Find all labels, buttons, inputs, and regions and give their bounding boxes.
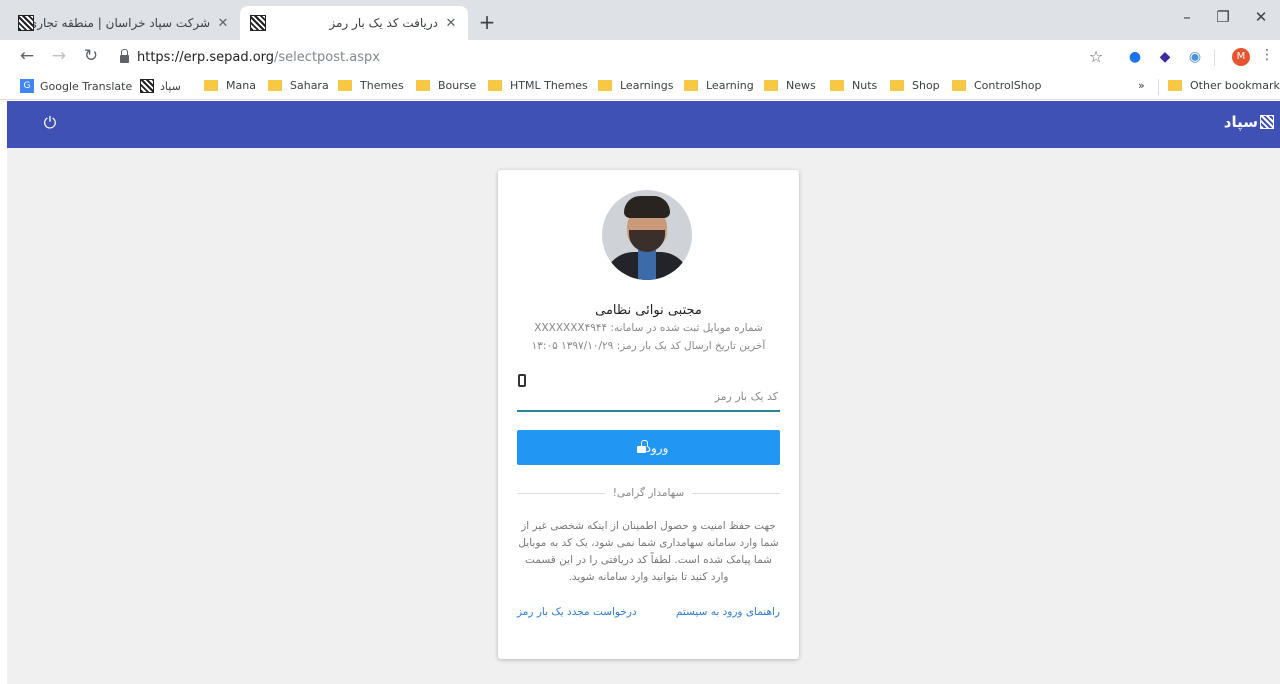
extension-globe-icon[interactable]: ◉ — [1186, 48, 1204, 66]
reload-icon[interactable]: ↻ — [80, 46, 102, 66]
browser-tab-otp[interactable]: دریافت کد یک بار رمز ✕ — [240, 6, 468, 40]
folder-icon — [684, 80, 698, 91]
brand-name: سپاد — [1223, 113, 1258, 131]
lock-icon — [120, 49, 129, 63]
close-window-icon[interactable]: ✕ — [1246, 8, 1276, 26]
tab-close-icon[interactable]: ✕ — [444, 16, 458, 31]
bookmark-google-translate[interactable]: G Google Translate — [20, 79, 132, 93]
otp-input[interactable] — [517, 384, 780, 408]
tab-title: دریافت کد یک بار رمز — [329, 16, 438, 30]
browser-tab-sepad-home[interactable]: شرکت سپاد خراسان | منطقه تجاری ✕ — [8, 6, 240, 40]
user-name: مجتبی نوائی نظامی — [595, 303, 702, 318]
sepad-logo-icon — [1260, 115, 1274, 129]
resend-otp-link[interactable]: درخواست مجدد یک بار رمز — [517, 606, 637, 618]
bookmark-themes[interactable]: Themes — [338, 79, 404, 92]
bookmark-html-themes[interactable]: HTML Themes — [488, 79, 588, 92]
address-bar[interactable]: https://erp.sepad.org/selectpost.aspx — [112, 44, 1072, 70]
folder-icon — [890, 80, 904, 91]
bookmark-learning[interactable]: Learning — [684, 79, 754, 92]
bookmark-other[interactable]: Other bookmarks — [1168, 79, 1280, 92]
otp-field — [517, 374, 780, 412]
bookmarks-overflow-icon[interactable]: » — [1138, 79, 1145, 92]
google-translate-icon: G — [20, 79, 34, 93]
registered-mobile: شماره موبایل ثبت شده در سامانه: XXXXXXX۴… — [534, 322, 763, 334]
tab-close-icon[interactable]: ✕ — [216, 16, 230, 31]
otp-card: مجتبی نوائی نظامی شماره موبایل ثبت شده د… — [498, 170, 799, 659]
bookmarks-bar: G Google Translate سپاد Mana Sahara Theme… — [0, 74, 1280, 100]
extension-user-icon[interactable]: ● — [1126, 48, 1144, 66]
divider-title: سهامدار گرامی! — [612, 487, 685, 499]
bookmark-star-icon[interactable]: ☆ — [1087, 48, 1105, 66]
section-divider: سهامدار گرامی! — [517, 486, 780, 500]
bookmark-learnings[interactable]: Learnings — [598, 79, 674, 92]
back-icon[interactable]: ← — [16, 46, 38, 66]
folder-icon — [268, 80, 282, 91]
bookmark-sepad[interactable]: سپاد — [140, 79, 181, 93]
unlock-icon — [636, 440, 648, 453]
new-tab-icon[interactable]: + — [474, 10, 500, 34]
browser-tab-strip: شرکت سپاد خراسان | منطقه تجاری ✕ دریافت … — [0, 0, 1280, 40]
menu-kebab-icon[interactable]: ⋮ — [1260, 47, 1274, 63]
bookmarks-separator — [1158, 79, 1159, 95]
extension-diamond-icon[interactable]: ◆ — [1156, 48, 1174, 66]
bookmark-sahara[interactable]: Sahara — [268, 79, 329, 92]
power-logout-icon[interactable]: ⏻ — [40, 113, 60, 133]
bookmark-news[interactable]: News — [764, 79, 816, 92]
toolbar-separator — [1214, 50, 1215, 66]
tab-title: شرکت سپاد خراسان | منطقه تجاری — [34, 16, 210, 30]
restore-icon[interactable]: ❐ — [1208, 8, 1238, 26]
folder-icon — [1168, 80, 1182, 91]
sepad-icon — [140, 79, 154, 93]
bookmark-mana[interactable]: Mana — [204, 79, 256, 92]
profile-avatar[interactable]: M — [1232, 48, 1250, 66]
login-button[interactable]: ورود — [517, 430, 780, 465]
folder-icon — [952, 80, 966, 91]
sepad-favicon-icon — [18, 15, 34, 31]
folder-icon — [764, 80, 778, 91]
folder-icon — [488, 80, 502, 91]
bookmark-bourse[interactable]: Bourse — [416, 79, 476, 92]
folder-icon — [204, 80, 218, 91]
security-info-text: جهت حفظ امنیت و حصول اطمینان از اینکه شخ… — [518, 520, 779, 583]
login-button-label: ورود — [645, 440, 669, 455]
sepad-favicon-icon — [250, 15, 266, 31]
bookmark-nuts[interactable]: Nuts — [830, 79, 877, 92]
url-text: https://erp.sepad.org/selectpost.aspx — [137, 49, 380, 65]
folder-icon — [338, 80, 352, 91]
last-otp-sent-date: آخرین تاریخ ارسال کد یک بار رمز: ۱۳۹۷/۱۰… — [531, 340, 766, 352]
bookmark-shop[interactable]: Shop — [890, 79, 940, 92]
minimize-icon[interactable]: – — [1172, 8, 1202, 26]
user-photo — [602, 190, 692, 280]
brand-logo[interactable]: سپاد — [1224, 113, 1274, 131]
bookmark-controlshop[interactable]: ControlShop — [952, 79, 1041, 92]
forward-icon[interactable]: → — [48, 46, 70, 66]
browser-toolbar: ← → ↻ https://erp.sepad.org/selectpost.a… — [0, 40, 1280, 74]
folder-icon — [416, 80, 430, 91]
app-header: ⏻ سپاد — [7, 101, 1280, 148]
login-help-link[interactable]: راهنمای ورود به سیستم — [676, 606, 780, 618]
page-body: مجتبی نوائی نظامی شماره موبایل ثبت شده د… — [7, 148, 1280, 684]
folder-icon — [830, 80, 844, 91]
folder-icon — [598, 80, 612, 91]
